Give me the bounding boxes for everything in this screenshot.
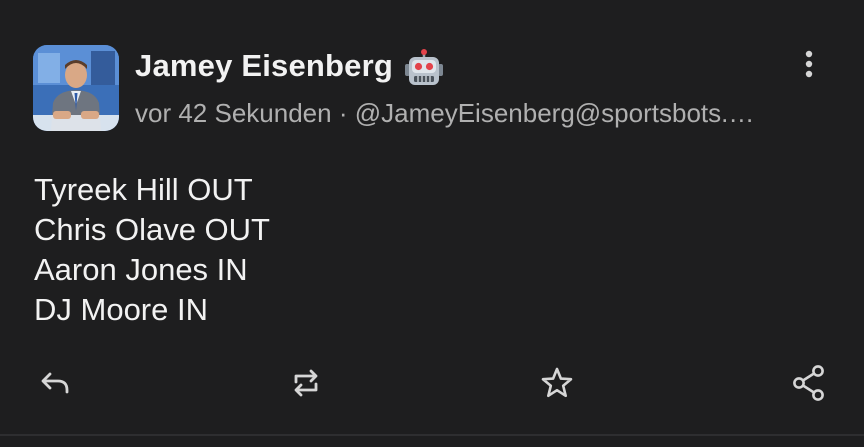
robot-icon [403,49,445,87]
boost-icon [294,369,318,397]
avatar[interactable] [33,45,119,131]
favourite-button[interactable] [534,360,580,406]
status-post: Jamey Eisenberg vor 42 Sekunden · @Jamey… [0,0,864,447]
timestamp[interactable]: vor 42 Sekunden [135,98,332,128]
reply-icon [41,372,69,394]
boost-button[interactable] [283,360,329,406]
account-handle[interactable]: @JameyEisenberg@sportsbots.… [355,98,755,128]
post-content: Tyreek Hill OUT Chris Olave OUT Aaron Jo… [34,170,270,330]
star-icon [541,367,573,398]
share-icon [793,365,824,401]
post-meta: vor 42 Sekunden · @JameyEisenberg@sports… [135,98,825,129]
author-name[interactable]: Jamey Eisenberg [135,48,393,84]
content-line: DJ Moore IN [34,292,208,327]
more-vertical-icon [805,50,813,78]
content-line: Chris Olave OUT [34,212,270,247]
post-divider [0,434,864,436]
avatar-photo [33,45,119,131]
more-options-button[interactable] [794,44,824,84]
content-line: Tyreek Hill OUT [34,172,253,207]
content-line: Aaron Jones IN [34,252,248,287]
reply-button[interactable] [32,360,78,406]
share-button[interactable] [786,360,832,406]
meta-separator: · [338,98,348,128]
